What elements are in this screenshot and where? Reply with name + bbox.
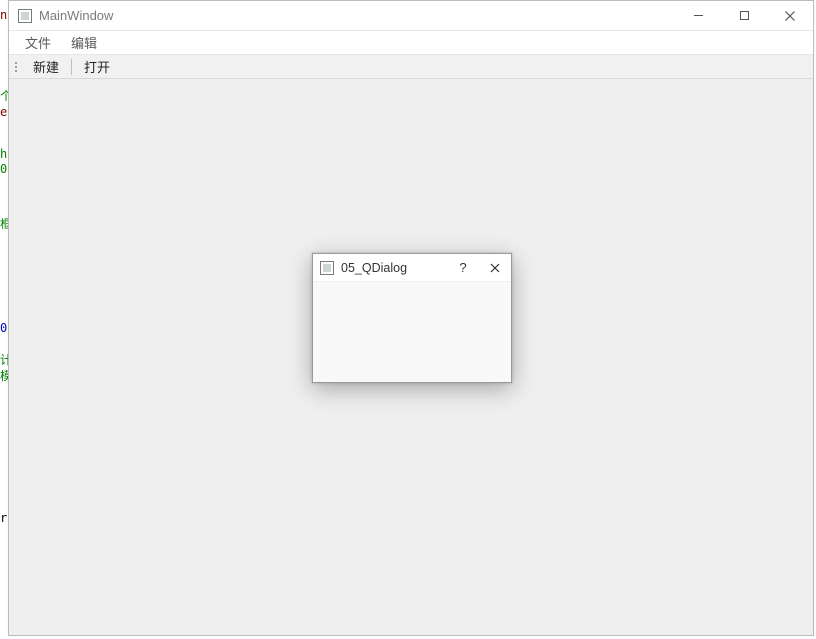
toolbar-new-label: 新建 [33, 57, 59, 76]
toolbar-gripper[interactable] [13, 55, 19, 78]
dialog-title: 05_QDialog [341, 261, 407, 275]
dialog-client-area [313, 282, 511, 382]
gutter-fragment: e [0, 106, 8, 118]
help-icon: ? [459, 261, 466, 274]
underlying-editor-gutter: n 个 e h 0 框 0 计 模 r( [0, 0, 8, 639]
toolbar-separator [71, 59, 72, 75]
maximize-button[interactable] [721, 1, 767, 30]
dialog-close-button[interactable] [479, 254, 511, 281]
gutter-fragment: 模 [0, 370, 8, 382]
main-window-title: MainWindow [39, 8, 113, 23]
menu-file-label: 文件 [25, 33, 51, 52]
main-window: MainWindow 文件 编辑 新建 打开 [8, 0, 814, 636]
menu-edit[interactable]: 编辑 [61, 31, 107, 54]
minimize-button[interactable] [675, 1, 721, 30]
menu-file[interactable]: 文件 [15, 31, 61, 54]
dialog-help-button[interactable]: ? [447, 254, 479, 281]
gutter-fragment: 个 [0, 90, 8, 102]
toolbar-open-button[interactable]: 打开 [74, 55, 120, 78]
toolbar: 新建 打开 [9, 55, 813, 79]
menubar: 文件 编辑 [9, 31, 813, 55]
menu-edit-label: 编辑 [71, 33, 97, 52]
gutter-fragment: 框 [0, 218, 8, 230]
dialog-window: 05_QDialog ? [312, 253, 512, 383]
gutter-fragment: n [0, 9, 8, 21]
app-icon [17, 8, 33, 24]
main-window-client-area: 05_QDialog ? [9, 79, 813, 635]
toolbar-new-button[interactable]: 新建 [23, 55, 69, 78]
gutter-fragment: 计 [0, 354, 8, 366]
close-button[interactable] [767, 1, 813, 30]
gutter-fragment: 0 [0, 163, 8, 175]
gutter-fragment: r( [0, 512, 8, 524]
dialog-app-icon [319, 260, 335, 276]
main-window-titlebar[interactable]: MainWindow [9, 1, 813, 31]
gutter-fragment: 0 [0, 322, 8, 334]
gutter-fragment: h [0, 148, 8, 160]
toolbar-open-label: 打开 [84, 57, 110, 76]
dialog-titlebar[interactable]: 05_QDialog ? [313, 254, 511, 282]
